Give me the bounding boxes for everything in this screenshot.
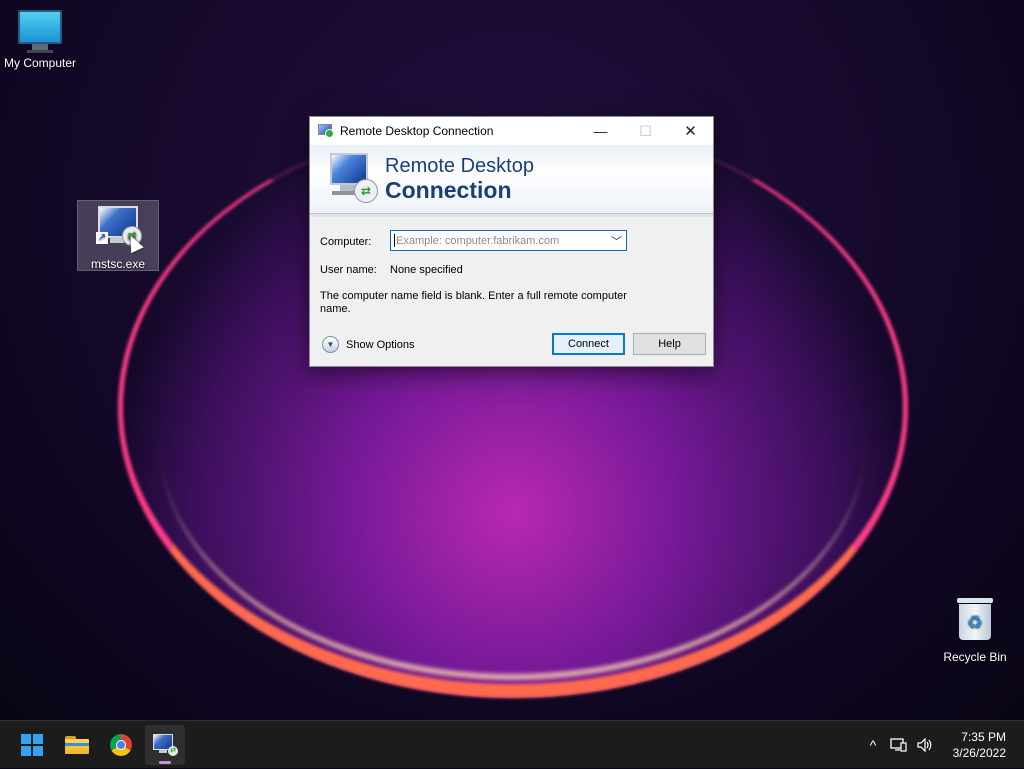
chrome-icon [110, 734, 132, 756]
monitor-icon [0, 10, 80, 53]
desktop-icon-recycle-bin[interactable]: ♻ Recycle Bin [935, 598, 1015, 664]
close-button[interactable]: ✕ [668, 117, 713, 145]
active-indicator [159, 761, 171, 764]
username-value: None specified [390, 264, 463, 276]
volume-icon[interactable] [912, 732, 938, 758]
clock[interactable]: 7:35 PM 3/26/2022 [953, 729, 1006, 761]
remote-desktop-dialog: Remote Desktop Connection — ☐ ✕ ⇄ Remote… [309, 116, 714, 367]
text-caret [394, 234, 395, 247]
computer-combobox[interactable]: ﹀ [390, 230, 627, 251]
chevron-down-circle-icon: ▼ [322, 336, 339, 353]
remote-desktop-icon: ⇄ [326, 153, 378, 203]
banner-title-line1: Remote Desktop [385, 155, 534, 177]
shortcut-arrow-icon: ↗ [96, 232, 108, 244]
username-label: User name: [320, 264, 377, 276]
clock-date: 3/26/2022 [952, 746, 1006, 760]
show-options-toggle[interactable]: ▼ Show Options [322, 336, 414, 353]
desktop-icon-label: mstsc.exe [90, 257, 145, 271]
chevron-up-icon[interactable]: ^ [860, 732, 886, 758]
system-tray: ^ [860, 721, 938, 769]
folder-icon [65, 736, 89, 754]
windows-logo-icon [21, 734, 43, 756]
dialog-title: Remote Desktop Connection [340, 124, 494, 138]
dialog-body: Computer: ﹀ User name: None specified Th… [310, 214, 713, 364]
desktop-icon-label: Recycle Bin [943, 650, 1007, 664]
taskbar-remote-desktop[interactable]: ⇄ [145, 725, 185, 765]
remote-desktop-icon: ⇄ [152, 733, 178, 757]
desktop-icon-my-computer[interactable]: My Computer [0, 10, 80, 70]
dialog-titlebar[interactable]: Remote Desktop Connection — ☐ ✕ [310, 117, 713, 145]
clock-time: 7:35 PM [961, 730, 1006, 744]
chevron-down-icon[interactable]: ﹀ [611, 233, 622, 249]
status-message: The computer name field is blank. Enter … [320, 290, 627, 315]
connect-button[interactable]: Connect [552, 333, 625, 355]
desktop: My Computer ⇄ ↗ mstsc.exe ♻ Recycle Bin … [0, 0, 1024, 720]
taskbar-chrome[interactable] [101, 725, 141, 765]
network-icon[interactable] [886, 732, 912, 758]
help-button[interactable]: Help [633, 333, 706, 355]
desktop-icon-label: My Computer [3, 56, 77, 70]
taskbar: ⇄ ^ 7:35 PM 3/26/2022 [0, 720, 1024, 768]
remote-desktop-icon [318, 124, 334, 138]
maximize-button[interactable]: ☐ [623, 117, 668, 145]
computer-label: Computer: [320, 236, 372, 248]
taskbar-file-explorer[interactable] [57, 725, 97, 765]
computer-input[interactable] [394, 233, 608, 248]
dialog-banner: ⇄ Remote Desktop Connection [310, 145, 713, 217]
show-options-label: Show Options [346, 338, 415, 351]
recycle-bin-icon: ♻ [957, 598, 993, 640]
desktop-icon-mstsc[interactable]: ⇄ ↗ mstsc.exe [77, 200, 159, 271]
start-button[interactable] [12, 725, 52, 765]
minimize-button[interactable]: — [578, 117, 623, 145]
banner-title-line2: Connection [385, 177, 512, 203]
